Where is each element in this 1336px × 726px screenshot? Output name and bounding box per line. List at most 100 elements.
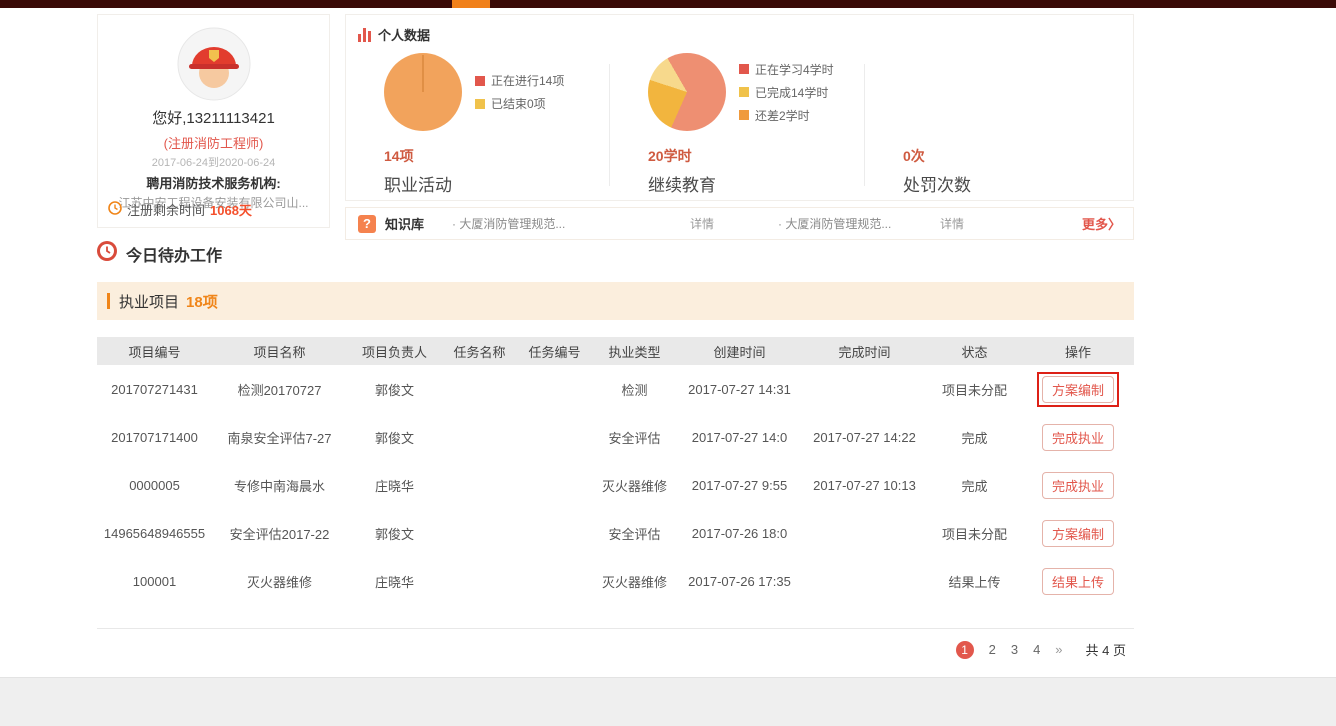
- col-task-name: 任务名称: [442, 337, 517, 365]
- page-1-button[interactable]: 1: [955, 640, 974, 659]
- cell-project-id: 0000005: [129, 477, 180, 493]
- knowledge-item-link[interactable]: · 大厦消防管理规范...: [778, 215, 940, 232]
- activity-legend: 正在进行14项 已结束0项: [475, 72, 564, 112]
- top-nav-active-segment[interactable]: [452, 0, 490, 8]
- knowledge-item-detail-link[interactable]: 详情: [940, 215, 1028, 232]
- status-badge: 项目未分配: [941, 526, 1007, 542]
- cell-project-name: 灭火器维修: [246, 574, 312, 590]
- knowledge-more-link[interactable]: 更多〉: [1082, 214, 1121, 233]
- clock-icon: [97, 241, 117, 266]
- cell-practice-type: 安全评估: [608, 526, 661, 542]
- projects-title: 执业项目: [119, 293, 180, 311]
- cell-task-id: [517, 461, 592, 509]
- table-row: 0000005 专修中南海晨水 庄晓华 灭火器维修 2017-07-27 9:5…: [97, 461, 1134, 509]
- knowledge-base-bar: ? 知识库 · 大厦消防管理规范... 详情 · 大厦消防管理规范... 详情 …: [345, 207, 1134, 240]
- certificate-date-range: 2017-06-24到2020-06-24: [151, 157, 276, 169]
- cell-operation: 方案编制: [1022, 509, 1134, 557]
- knowledge-item-detail-link[interactable]: 详情: [690, 215, 778, 232]
- cell-operation: 方案编制: [1022, 365, 1134, 413]
- finish-practice-button[interactable]: 完成执业: [1041, 471, 1114, 499]
- cell-created-time: 2017-07-26 18:0: [691, 525, 788, 541]
- small-clock-icon: [108, 201, 122, 218]
- legend-item: 正在进行14项: [475, 72, 564, 89]
- user-greeting: 您好,13211113421: [152, 110, 275, 127]
- page-bottom-strip: [0, 677, 1336, 726]
- personal-data-header: 个人数据: [346, 15, 1133, 44]
- top-nav-bar: [0, 0, 1336, 8]
- cell-task-id: [517, 365, 592, 413]
- highlight-annotation-box: 方案编制: [1036, 371, 1119, 407]
- legend-item: 已完成14学时: [739, 84, 834, 101]
- bar-chart-icon: [358, 27, 371, 42]
- table-row: 201707171400 南泉安全评估7-27 郭俊文 安全评估 2017-07…: [97, 413, 1134, 461]
- status-badge: 完成: [961, 430, 988, 446]
- status-badge: 结果上传: [948, 574, 1001, 590]
- knowledge-base-title: 知识库: [385, 217, 425, 232]
- legend-swatch: [739, 64, 749, 74]
- activity-pie-chart: [384, 53, 462, 131]
- cell-task-id: [517, 509, 592, 557]
- col-created-time: 创建时间: [677, 337, 802, 365]
- education-pie-chart: [648, 53, 726, 131]
- cell-project-leader: 庄晓华: [374, 478, 414, 494]
- legend-label: 已结束0项: [491, 97, 546, 111]
- col-operation: 操作: [1022, 337, 1134, 365]
- status-badge: 完成: [961, 478, 988, 494]
- col-project-id: 项目编号: [97, 337, 212, 365]
- legend-label: 正在学习4学时: [755, 62, 834, 77]
- col-practice-type: 执业类型: [592, 337, 677, 365]
- plan-compile-button[interactable]: 方案编制: [1041, 375, 1114, 403]
- activity-section: 正在进行14项 已结束0项 14项 职业活动: [346, 46, 609, 196]
- cell-task-name: [442, 365, 517, 413]
- cell-task-id: [517, 557, 592, 605]
- todo-section-header: 今日待办工作: [97, 241, 222, 266]
- finish-practice-button[interactable]: 完成执业: [1041, 423, 1114, 451]
- col-status: 状态: [927, 337, 1022, 365]
- page-3-button[interactable]: 3: [1011, 642, 1018, 657]
- legend-label: 还差2学时: [755, 108, 810, 123]
- cell-project-id: 201707271431: [111, 381, 198, 397]
- cell-task-name: [442, 509, 517, 557]
- personal-data-card: 个人数据 正在进行14项 已结束0项 14项 职业活动 正在学习4学时 已完成1…: [345, 14, 1134, 201]
- cell-finished-time: [802, 365, 927, 413]
- col-task-id: 任务编号: [517, 337, 592, 365]
- education-legend: 正在学习4学时 已完成14学时 还差2学时: [739, 61, 834, 124]
- projects-section-band: 执业项目 18项: [97, 282, 1134, 320]
- legend-swatch: [739, 110, 749, 120]
- page: 您好,13211113421 (注册消防工程师) 2017-06-24到2020…: [0, 0, 1336, 726]
- upload-result-button[interactable]: 结果上传: [1041, 567, 1114, 595]
- legend-item: 还差2学时: [739, 107, 834, 124]
- legend-item: 已结束0项: [475, 95, 564, 112]
- page-2-button[interactable]: 2: [989, 642, 996, 657]
- punishment-label: 处罚次数: [903, 176, 971, 195]
- remaining-label: 注册剩余时间: [127, 203, 206, 218]
- activity-label: 职业活动: [384, 176, 452, 195]
- cell-task-id: [517, 413, 592, 461]
- education-section: 正在学习4学时 已完成14学时 还差2学时 20学时 继续教育: [610, 46, 864, 196]
- cell-finished-time: 2017-07-27 10:13: [813, 477, 916, 493]
- legend-item: 正在学习4学时: [739, 61, 834, 78]
- legend-swatch: [475, 75, 485, 86]
- table-row: 201707271431 检测20170727 郭俊文 检测 2017-07-2…: [97, 365, 1134, 413]
- page-4-button[interactable]: 4: [1033, 642, 1040, 657]
- cell-task-name: [442, 557, 517, 605]
- cell-project-leader: 郭俊文: [374, 430, 414, 446]
- cell-task-name: [442, 413, 517, 461]
- education-count: 20学时: [648, 148, 692, 164]
- total-pages-label: 共 4 页: [1085, 643, 1126, 658]
- cell-practice-type: 安全评估: [608, 430, 661, 446]
- plan-compile-button[interactable]: 方案编制: [1041, 519, 1114, 547]
- cell-operation: 完成执业: [1022, 413, 1134, 461]
- cell-project-name: 专修中南海晨水: [233, 478, 325, 494]
- cell-created-time: 2017-07-27 9:55: [691, 477, 788, 493]
- table-row: 100001 灭火器维修 庄晓华 灭火器维修 2017-07-26 17:35 …: [97, 557, 1134, 605]
- cell-project-id: 201707171400: [111, 429, 198, 445]
- cell-finished-time: [802, 509, 927, 557]
- cell-finished-time: [802, 557, 927, 605]
- cell-project-leader: 郭俊文: [374, 526, 414, 542]
- next-page-button[interactable]: »: [1055, 642, 1062, 657]
- cell-project-id: 14965648946555: [103, 525, 206, 541]
- knowledge-item-link[interactable]: · 大厦消防管理规范...: [452, 215, 690, 232]
- punishment-section: 0次 处罚次数: [865, 46, 1133, 196]
- legend-label: 已完成14学时: [755, 85, 829, 100]
